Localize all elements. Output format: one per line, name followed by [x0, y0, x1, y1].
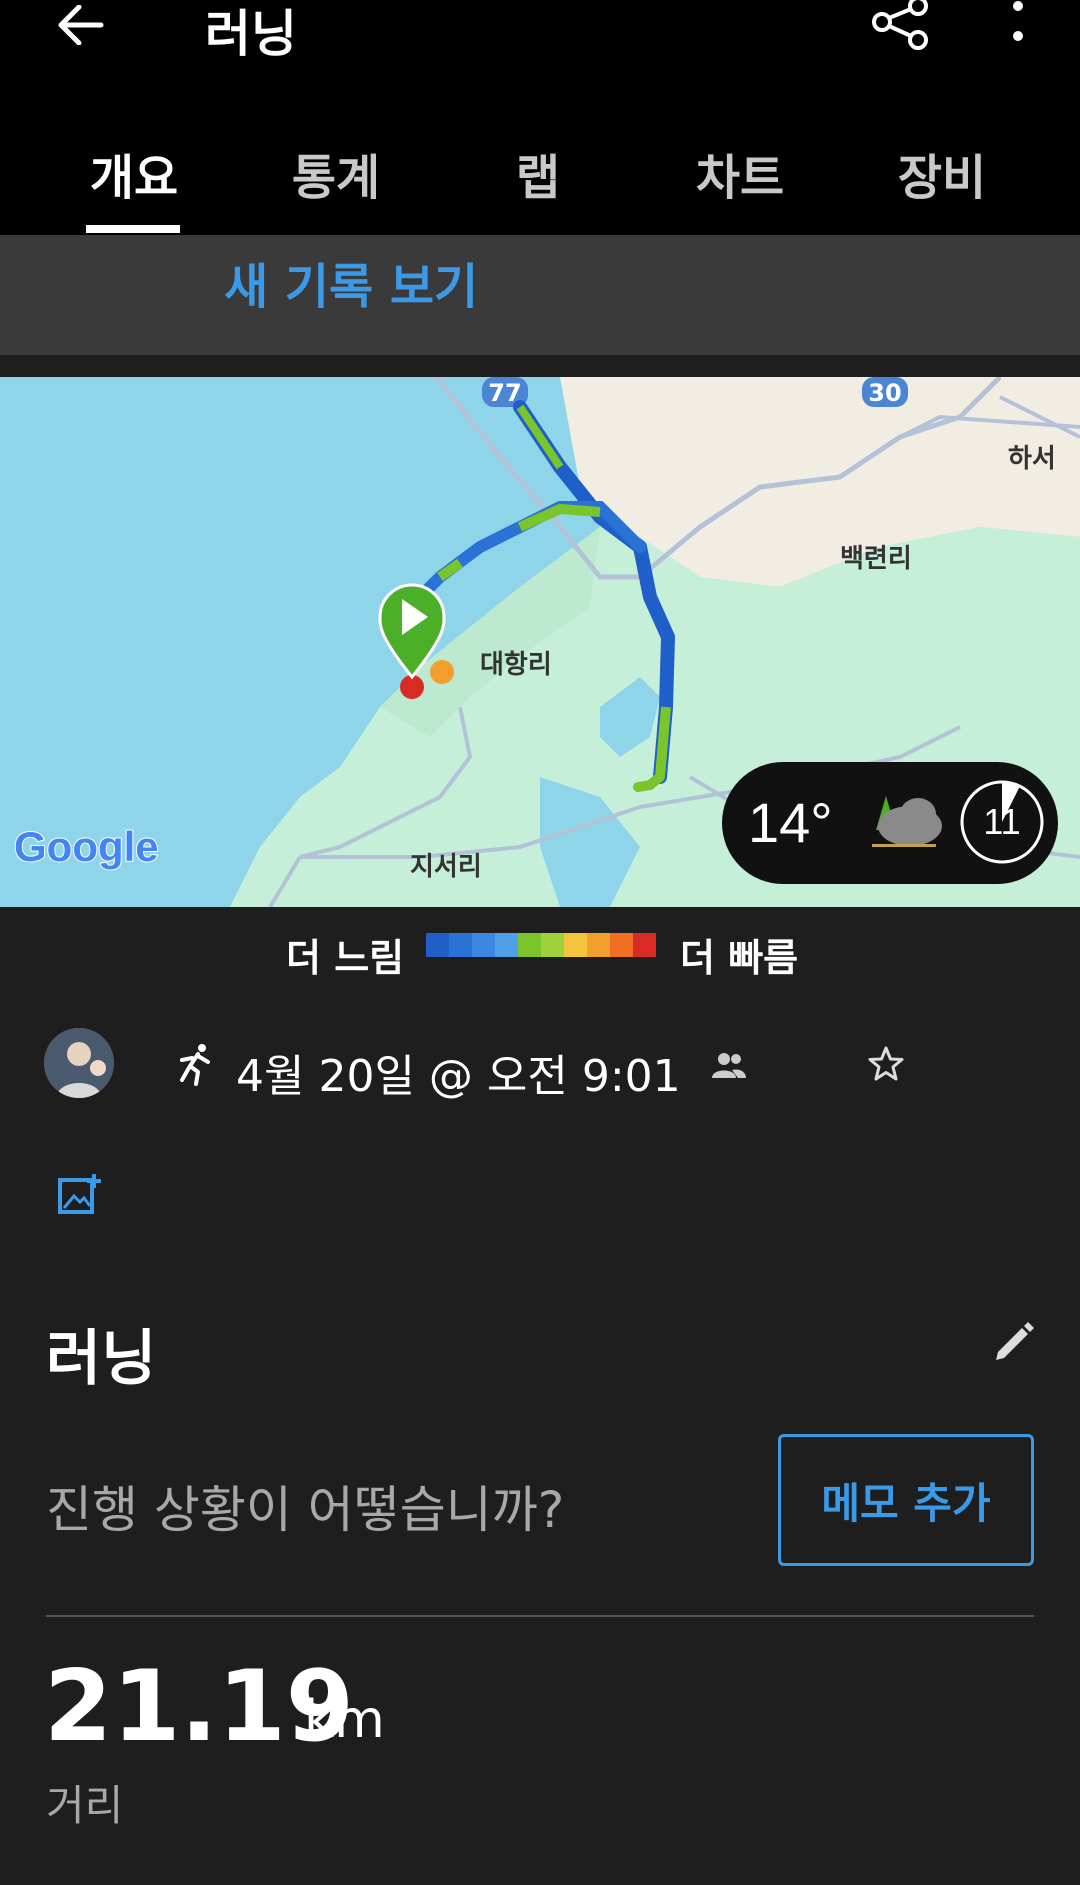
speed-swatch	[449, 933, 472, 957]
edit-pencil-icon[interactable]	[990, 1320, 1036, 1366]
add-memo-button[interactable]: 메모 추가	[778, 1434, 1034, 1566]
back-arrow-icon[interactable]	[52, 0, 108, 50]
speed-legend: 더 느림 더 빠름	[0, 907, 1080, 987]
tab-stats[interactable]: 통계	[236, 138, 436, 208]
place-label-daehang: 대항리	[480, 650, 552, 680]
add-photo-icon[interactable]	[58, 1172, 102, 1216]
road-30-label: 30	[868, 379, 901, 407]
wind-dial: 11	[958, 778, 1046, 866]
page-title: 러닝	[205, 5, 297, 63]
top-app-bar: 러닝	[0, 0, 1080, 90]
speed-swatch	[472, 933, 495, 957]
active-tab-indicator	[86, 225, 180, 233]
divider	[0, 355, 1080, 377]
place-label-jiseo: 지서리	[410, 852, 482, 882]
place-label-haseo: 하서	[1008, 444, 1056, 474]
speed-swatch	[541, 933, 564, 957]
activity-date: 4월 20일 @ 오전 9:01	[236, 1051, 681, 1102]
slower-label: 더 느림	[286, 936, 405, 980]
more-options-icon[interactable]	[1000, 0, 1036, 56]
speed-swatch	[633, 933, 656, 957]
star-icon[interactable]	[866, 1044, 906, 1084]
people-icon[interactable]	[712, 1050, 746, 1080]
speed-swatch	[495, 933, 518, 957]
weather-pill: 14° 11	[722, 762, 1058, 884]
speed-swatch	[564, 933, 587, 957]
speed-swatch	[518, 933, 541, 957]
tab-bar: 개요 통계 랩 차트 장비	[0, 90, 1080, 235]
share-icon[interactable]	[868, 0, 932, 56]
cloudy-weather-icon	[862, 792, 946, 854]
google-logo: Google	[14, 823, 159, 870]
avatar[interactable]	[44, 1028, 114, 1098]
distance-label: 거리	[46, 1781, 124, 1830]
view-new-record-link[interactable]: 새 기록 보기	[224, 247, 478, 317]
activity-title: 러닝	[46, 1324, 157, 1394]
speed-gradient	[426, 933, 656, 957]
activity-meta-row: 4월 20일 @ 오전 9:01	[0, 1020, 1080, 1110]
temperature-value: 14°	[748, 791, 833, 854]
faster-label: 더 빠름	[680, 936, 799, 980]
speed-swatch	[610, 933, 633, 957]
tab-gear[interactable]: 장비	[842, 138, 1042, 208]
new-record-banner: 새 기록 보기	[0, 235, 1080, 355]
section-divider	[46, 1615, 1034, 1617]
place-label-baekryeon: 백련리	[840, 544, 912, 574]
running-icon	[172, 1042, 216, 1086]
tab-charts[interactable]: 차트	[640, 138, 840, 208]
wind-value: 11	[983, 801, 1020, 842]
tab-overview[interactable]: 개요	[34, 138, 234, 208]
distance-unit: km	[304, 1690, 385, 1750]
progress-prompt: 진행 상황이 어떻습니까?	[46, 1481, 565, 1539]
speed-swatch	[426, 933, 449, 957]
tab-laps[interactable]: 랩	[438, 138, 638, 208]
speed-swatch	[587, 933, 610, 957]
